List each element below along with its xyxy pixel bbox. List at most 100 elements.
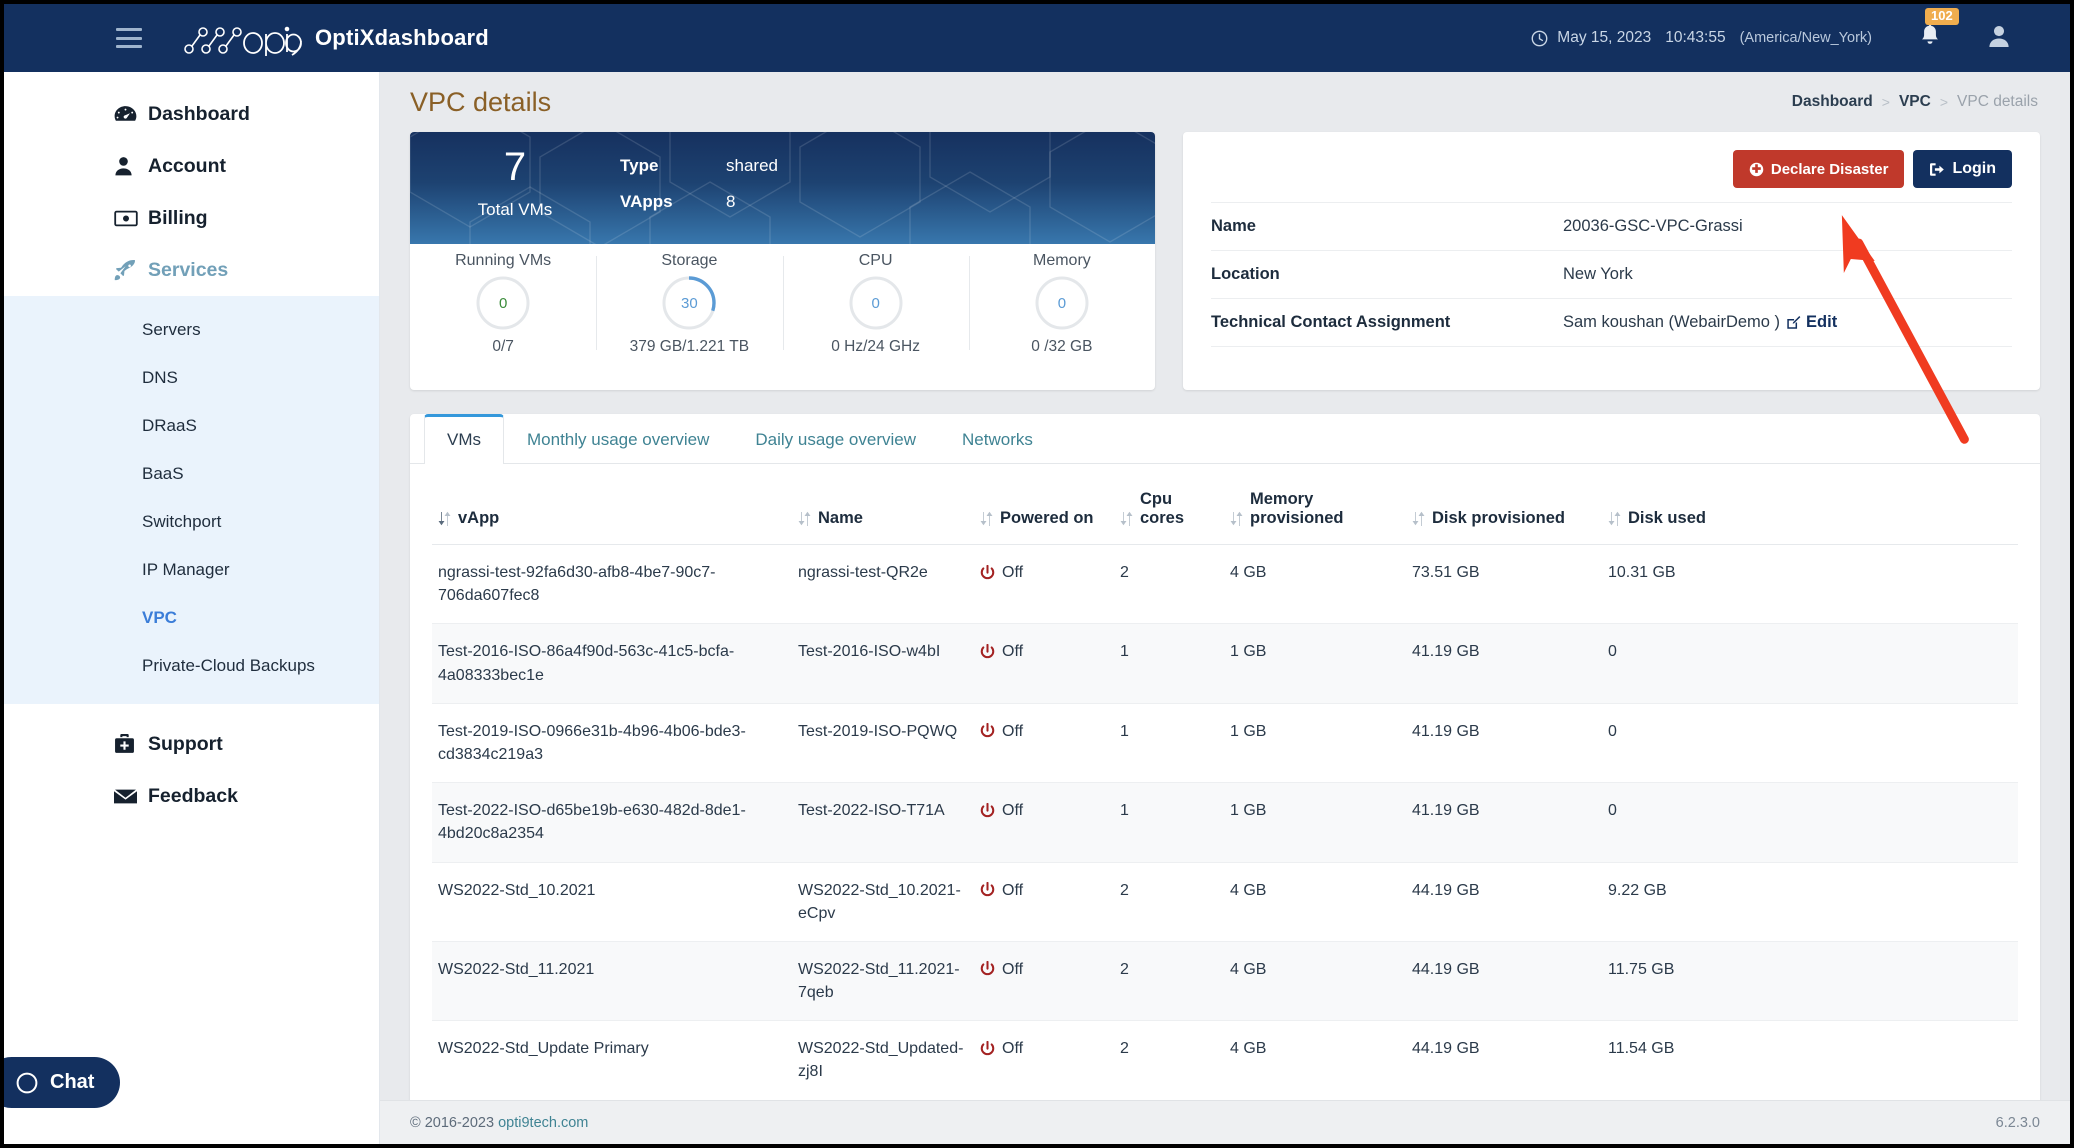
table-row[interactable]: WS2022-Std_11.2021 WS2022-Std_11.2021-7qe… [432,941,2018,1022]
cell-memory-provisioned: 4 GB [1224,862,1406,942]
cell-disk-provisioned: 44.19 GB [1406,941,1602,1022]
power-off-icon [980,723,995,738]
column-header-label: Disk provisioned [1432,509,1565,527]
column-header-disk-provisioned[interactable]: Disk provisioned [1406,480,1602,545]
declare-disaster-button[interactable]: Declare Disaster [1732,150,1905,188]
cell-name: WS2022-Std_Updated-zj8I [792,1020,974,1101]
cell-vapp: Test-2022-ISO-d65be19b-e630-482d-8de1-4b… [432,782,792,863]
sidebar-item-billing[interactable]: Billing [4,192,379,244]
sidebar-item-private-cloud-backups[interactable]: Private-Cloud Backups [4,642,379,690]
info-row-technical-contact: Technical Contact Assignment Sam koushan… [1211,298,2012,346]
tab-networks[interactable]: Networks [939,414,1056,464]
metric-label: Storage [661,252,718,269]
sidebar-subitem-label: IP Manager [142,560,230,579]
sidebar-item-vpc[interactable]: VPC [4,594,379,642]
current-date: May 15, 2023 [1557,29,1652,46]
powered-on-label: Off [1002,564,1024,581]
table-row[interactable]: WS2022-Std_10.2021 WS2022-Std_10.2021-eCp… [432,862,2018,942]
page-footer: © 2016-2023 opti9tech.com 6.2.3.0 [380,1100,2070,1144]
sidebar-item-ip-manager[interactable]: IP Manager [4,546,379,594]
column-header-disk-used[interactable]: Disk used [1602,480,2018,545]
sidebar-item-dashboard[interactable]: Dashboard [4,88,379,140]
breadcrumb-item-dashboard[interactable]: Dashboard [1792,93,1873,111]
power-off-icon [980,643,995,659]
login-button[interactable]: Login [1913,150,2012,188]
gauge-icon [114,105,148,124]
topnav-right-group: May 15, 2023 10:43:55 (America/New_York)… [1531,7,2070,54]
vpc-actions: Declare Disaster Login [1211,148,2012,202]
sidebar-item-services[interactable]: Services [4,244,379,296]
info-key: Location [1211,265,1280,283]
sidebar-item-label: Feedback [148,784,238,807]
sidebar-item-baas[interactable]: BaaS [4,450,379,498]
user-account-button[interactable] [1986,23,2012,54]
chat-button[interactable]: Chat [4,1057,121,1108]
column-header-label: Name [818,509,863,527]
sidebar-item-label: Support [148,732,223,755]
column-header-label: Memory provisioned [1250,490,1344,527]
cell-memory-provisioned: 4 GB [1224,544,1406,625]
table-row[interactable]: ngrassi-test-92fa6d30-afb8-4be7-90c7-706… [432,544,2018,625]
column-header-label: Cpu cores [1140,490,1185,527]
type-label: Type [620,156,659,175]
notifications-button[interactable]: 102 [1918,7,1959,54]
exclamation-circle-icon [1749,162,1764,176]
powered-on-label: Off [1002,881,1024,899]
sidebar-divider-space [4,704,379,718]
vpc-stats-card: 7 Total VMs Type shared VApps 8 Running … [410,132,1155,390]
tab-daily-usage-overview[interactable]: Daily usage overview [732,414,939,464]
sidebar-item-servers[interactable]: Servers [4,306,379,354]
power-off-icon [980,564,995,579]
column-header-powered-on[interactable]: Powered on [974,480,1114,545]
rocket-icon [114,259,148,281]
metric-cpu: CPU 0 0 Hz/24 GHz [782,252,969,355]
footer-site-link[interactable]: opti9tech.com [498,1115,588,1131]
powered-on-label: Off [1002,802,1024,820]
summary-cards-row: 7 Total VMs Type shared VApps 8 Running … [410,132,2040,390]
metric-value: 30 [681,294,698,312]
sidebar-item-draas[interactable]: DRaaS [4,402,379,450]
breadcrumb-item-vpc[interactable]: VPC [1899,93,1931,111]
edit-contact-link[interactable]: Edit [1786,313,1837,332]
timezone-label: (America/New_York) [1739,30,1872,46]
sidebar-item-dns[interactable]: DNS [4,354,379,402]
tab-label: VMs [447,430,481,449]
cell-cpu-cores: 1 [1114,623,1224,704]
vapps-row: VApps 8 [620,192,778,212]
table-row[interactable]: Test-2019-ISO-0966e31b-4b96-4b06-bde3-cd… [432,703,2018,784]
page-title: VPC details [410,86,552,117]
sidebar-item-feedback[interactable]: Feedback [4,770,379,822]
declare-disaster-label: Declare Disaster [1770,160,1889,178]
power-off-icon [980,802,995,817]
tab-vms[interactable]: VMs [424,414,504,464]
opti9-logo[interactable]: OptiXdashboard [177,18,489,58]
pencil-square-icon [1787,316,1801,329]
metric-value: 0 [1057,294,1067,312]
hamburger-menu-icon[interactable] [116,28,142,48]
column-header-cpu-cores[interactable]: Cpu cores [1114,480,1224,545]
sidebar-item-account[interactable]: Account [4,140,379,192]
powered-on-label: Off [1002,643,1024,661]
cell-powered-on: Off [974,1020,1114,1101]
cell-vapp: WS2022-Std_11.2021 [432,941,792,1022]
sidebar-subitem-label: DRaaS [142,416,197,435]
sidebar-item-support[interactable]: Support [4,718,379,770]
sidebar-item-switchport[interactable]: Switchport [4,498,379,546]
app-window: OptiXdashboard May 15, 2023 10:43:55 (Am… [0,0,2074,1148]
powered-on-label: Off [1002,960,1024,978]
main-content-area: VPC details Dashboard > VPC > VPC detail… [380,72,2070,1144]
cell-cpu-cores: 1 [1114,703,1224,784]
cell-name: Test-2022-ISO-T71A [792,782,974,863]
table-row[interactable]: WS2022-Std_Update Primary WS2022-Std_Upda… [432,1020,2018,1101]
table-row[interactable]: Test-2022-ISO-d65be19b-e630-482d-8de1-4b… [432,782,2018,863]
cell-disk-used: 0 [1602,703,2018,784]
tab-monthly-usage-overview[interactable]: Monthly usage overview [504,414,732,464]
column-header-memory-provisioned[interactable]: Memory provisioned [1224,480,1406,545]
column-header-vapp[interactable]: vApp [432,480,792,545]
metric-sub: 0 Hz/24 GHz [831,338,920,355]
column-header-name[interactable]: Name [792,480,974,545]
metric-label: Memory [1032,252,1091,269]
table-row[interactable]: Test-2016-ISO-86a4f90d-563c-41c5-bcfa-4a… [432,623,2018,704]
sidebar-subitem-label: VPC [142,608,177,627]
briefcase-medical-icon [114,734,148,754]
